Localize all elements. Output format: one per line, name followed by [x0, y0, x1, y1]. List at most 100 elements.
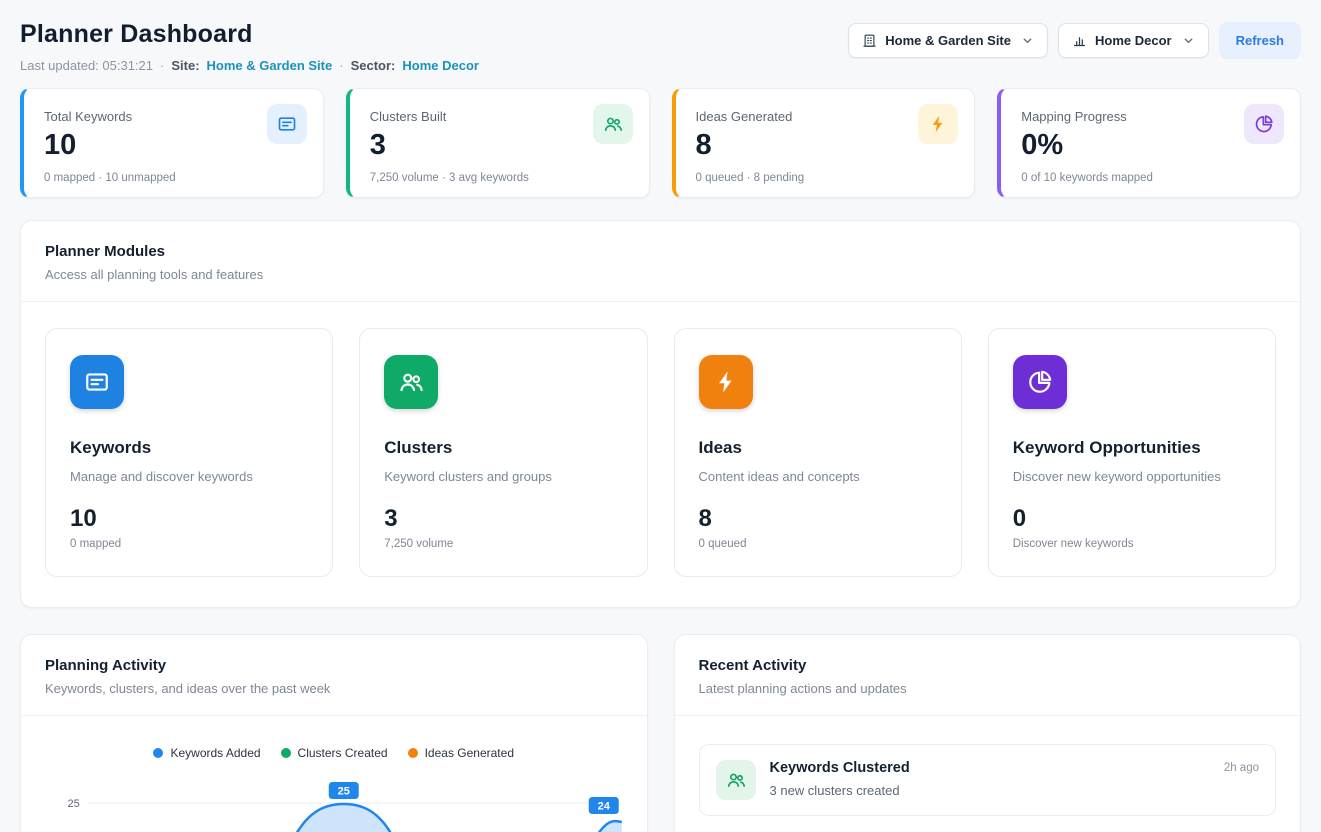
module-title: Ideas [699, 438, 937, 458]
sector-selector-dropdown[interactable]: Home Decor [1058, 23, 1209, 58]
building-icon [862, 33, 877, 48]
module-description: Manage and discover keywords [70, 469, 308, 484]
point-label: 25 [338, 785, 350, 797]
pie-chart-icon [1013, 355, 1067, 409]
panel-title: Recent Activity [699, 657, 1277, 674]
header-left: Planner Dashboard Last updated: 05:31:21… [20, 16, 479, 73]
legend-item-clusters-created: Clusters Created [281, 746, 388, 760]
module-value: 3 [384, 505, 622, 533]
stat-card-clusters-built: Clusters Built 3 7,250 volume · 3 avg ke… [346, 88, 650, 198]
separator-dot: · [160, 58, 164, 73]
planner-dashboard: Planner Dashboard Last updated: 05:31:21… [0, 0, 1321, 832]
module-value: 10 [70, 505, 308, 533]
page-title: Planner Dashboard [20, 20, 479, 49]
panel-title: Planner Modules [45, 243, 1276, 260]
document-icon [70, 355, 124, 409]
stat-label: Total Keywords [44, 104, 176, 124]
separator-dot: · [339, 58, 343, 73]
module-description: Discover new keyword opportunities [1013, 469, 1251, 484]
panel-title: Planning Activity [45, 657, 623, 674]
stat-subtext: 0 mapped · 10 unmapped [44, 172, 176, 184]
stat-value: 3 [370, 130, 529, 162]
chart-legend: Keywords Added Clusters Created Ideas Ge… [21, 716, 647, 760]
planning-activity-card: Planning Activity Keywords, clusters, an… [20, 634, 648, 832]
keywords-added-area [184, 804, 622, 832]
activity-title: Keywords Clustered [770, 760, 1210, 776]
y-axis-tick-label: 25 [68, 798, 80, 810]
stat-label: Clusters Built [370, 104, 529, 124]
activity-timestamp: 2h ago [1224, 760, 1259, 774]
legend-label: Keywords Added [170, 746, 260, 760]
modules-grid: Keywords Manage and discover keywords 10… [21, 302, 1300, 607]
stat-label: Ideas Generated [696, 104, 805, 124]
module-subtext: Discover new keywords [1013, 538, 1251, 550]
lightning-icon [918, 104, 958, 144]
panel-subtitle: Keywords, clusters, and ideas over the p… [45, 681, 623, 696]
module-card-keyword-opportunities[interactable]: Keyword Opportunities Discover new keywo… [988, 328, 1276, 577]
refresh-button[interactable]: Refresh [1219, 22, 1301, 59]
planner-modules-header: Planner Modules Access all planning tool… [21, 221, 1300, 302]
legend-dot-icon [281, 748, 291, 758]
site-selector-value: Home & Garden Site [885, 33, 1011, 48]
area-chart: 25 25 24 [41, 778, 627, 832]
module-description: Keyword clusters and groups [384, 469, 622, 484]
point-label-badge: 24 [589, 797, 619, 814]
stats-row: Total Keywords 10 0 mapped · 10 unmapped… [20, 88, 1301, 198]
activity-description: 3 new clusters created [770, 783, 1210, 798]
last-updated-text: Last updated: 05:31:21 [20, 58, 153, 73]
recent-activity-header: Recent Activity Latest planning actions … [675, 635, 1301, 716]
module-card-ideas[interactable]: Ideas Content ideas and concepts 8 0 que… [674, 328, 962, 577]
panel-subtitle: Access all planning tools and features [45, 267, 1276, 282]
sector-label: Sector: [351, 58, 396, 73]
site-link[interactable]: Home & Garden Site [207, 58, 333, 73]
module-subtext: 0 mapped [70, 538, 308, 550]
chevron-down-icon [1021, 34, 1034, 47]
bottom-row: Planning Activity Keywords, clusters, an… [20, 634, 1301, 832]
planning-activity-header: Planning Activity Keywords, clusters, an… [21, 635, 647, 716]
pie-chart-icon [1244, 104, 1284, 144]
stat-card-mapping-progress: Mapping Progress 0% 0 of 10 keywords map… [997, 88, 1301, 198]
site-label: Site: [171, 58, 199, 73]
site-selector-dropdown[interactable]: Home & Garden Site [848, 23, 1048, 58]
module-value: 0 [1013, 505, 1251, 533]
legend-item-keywords-added: Keywords Added [153, 746, 260, 760]
legend-dot-icon [408, 748, 418, 758]
sector-link[interactable]: Home Decor [402, 58, 479, 73]
header-controls: Home & Garden Site Home Decor Refresh [848, 22, 1301, 59]
header: Planner Dashboard Last updated: 05:31:21… [20, 16, 1301, 73]
stat-label: Mapping Progress [1021, 104, 1153, 124]
users-icon [593, 104, 633, 144]
legend-dot-icon [153, 748, 163, 758]
stat-value: 10 [44, 130, 176, 162]
lightning-icon [699, 355, 753, 409]
stat-value: 0% [1021, 130, 1153, 162]
bar-chart-icon [1072, 33, 1087, 48]
chevron-down-icon [1182, 34, 1195, 47]
recent-activity-card: Recent Activity Latest planning actions … [674, 634, 1302, 832]
header-meta: Last updated: 05:31:21 · Site: Home & Ga… [20, 58, 479, 73]
activity-chart: 25 25 24 [21, 760, 647, 832]
stat-subtext: 0 of 10 keywords mapped [1021, 172, 1153, 184]
legend-label: Clusters Created [298, 746, 388, 760]
stat-subtext: 7,250 volume · 3 avg keywords [370, 172, 529, 184]
stat-card-total-keywords: Total Keywords 10 0 mapped · 10 unmapped [20, 88, 324, 198]
keywords-added-line [184, 804, 622, 832]
module-value: 8 [699, 505, 937, 533]
module-card-keywords[interactable]: Keywords Manage and discover keywords 10… [45, 328, 333, 577]
module-subtext: 7,250 volume [384, 538, 622, 550]
point-label: 24 [598, 800, 611, 812]
legend-label: Ideas Generated [425, 746, 514, 760]
module-title: Keywords [70, 438, 308, 458]
module-card-clusters[interactable]: Clusters Keyword clusters and groups 3 7… [359, 328, 647, 577]
module-title: Clusters [384, 438, 622, 458]
stat-card-ideas-generated: Ideas Generated 8 0 queued · 8 pending [672, 88, 976, 198]
recent-activity-list: Keywords Clustered 3 new clusters create… [675, 716, 1301, 832]
activity-list-item: Keywords Clustered 3 new clusters create… [699, 744, 1277, 816]
legend-item-ideas-generated: Ideas Generated [408, 746, 514, 760]
users-icon [716, 760, 756, 800]
panel-subtitle: Latest planning actions and updates [699, 681, 1277, 696]
planner-modules-panel: Planner Modules Access all planning tool… [20, 220, 1301, 608]
module-subtext: 0 queued [699, 538, 937, 550]
users-icon [384, 355, 438, 409]
point-label-badge: 25 [329, 782, 359, 799]
